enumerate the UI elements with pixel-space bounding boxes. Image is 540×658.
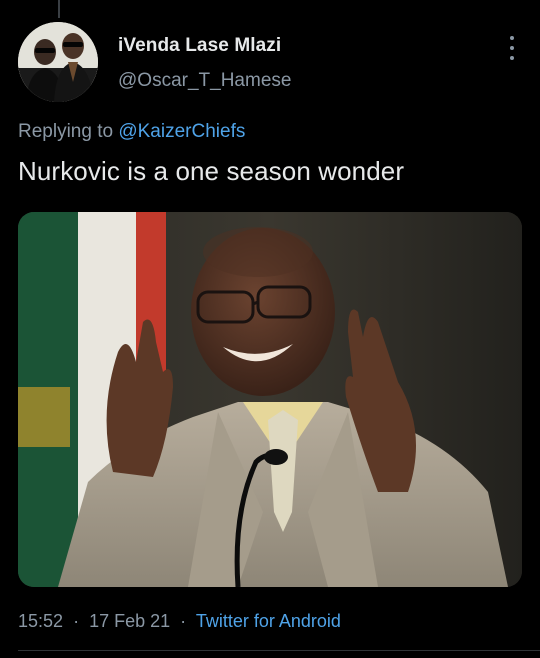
replying-to: Replying to @KaizerChiefs bbox=[18, 121, 245, 143]
more-dot bbox=[510, 36, 514, 40]
avatar-photo bbox=[18, 22, 98, 102]
tweet-text: Nurkovic is a one season wonder bbox=[18, 156, 405, 186]
reply-to-mention-link[interactable]: @KaizerChiefs bbox=[118, 121, 245, 142]
divider bbox=[18, 650, 540, 651]
meta-separator: · bbox=[180, 611, 187, 631]
tweet-header: iVenda Lase Mlazi @Oscar_T_Hamese bbox=[18, 22, 528, 104]
author-handle[interactable]: @Oscar_T_Hamese bbox=[118, 70, 291, 92]
thread-connector-line bbox=[58, 0, 60, 18]
more-dot bbox=[510, 56, 514, 60]
tweet-metadata: 15:52 · 17 Feb 21 · Twitter for Android bbox=[18, 611, 341, 632]
photo-image bbox=[18, 212, 522, 587]
tweet-time[interactable]: 15:52 bbox=[18, 611, 63, 631]
tweet-media-photo[interactable] bbox=[18, 212, 522, 587]
meta-separator: · bbox=[73, 611, 80, 631]
author-display-name[interactable]: iVenda Lase Mlazi bbox=[118, 35, 281, 57]
tweet-date[interactable]: 17 Feb 21 bbox=[89, 611, 170, 631]
more-vertical-icon[interactable] bbox=[506, 36, 518, 60]
tweet-source-link[interactable]: Twitter for Android bbox=[196, 611, 341, 631]
replying-to-label: Replying to bbox=[18, 121, 114, 142]
more-dot bbox=[510, 46, 514, 50]
avatar[interactable] bbox=[18, 22, 98, 102]
